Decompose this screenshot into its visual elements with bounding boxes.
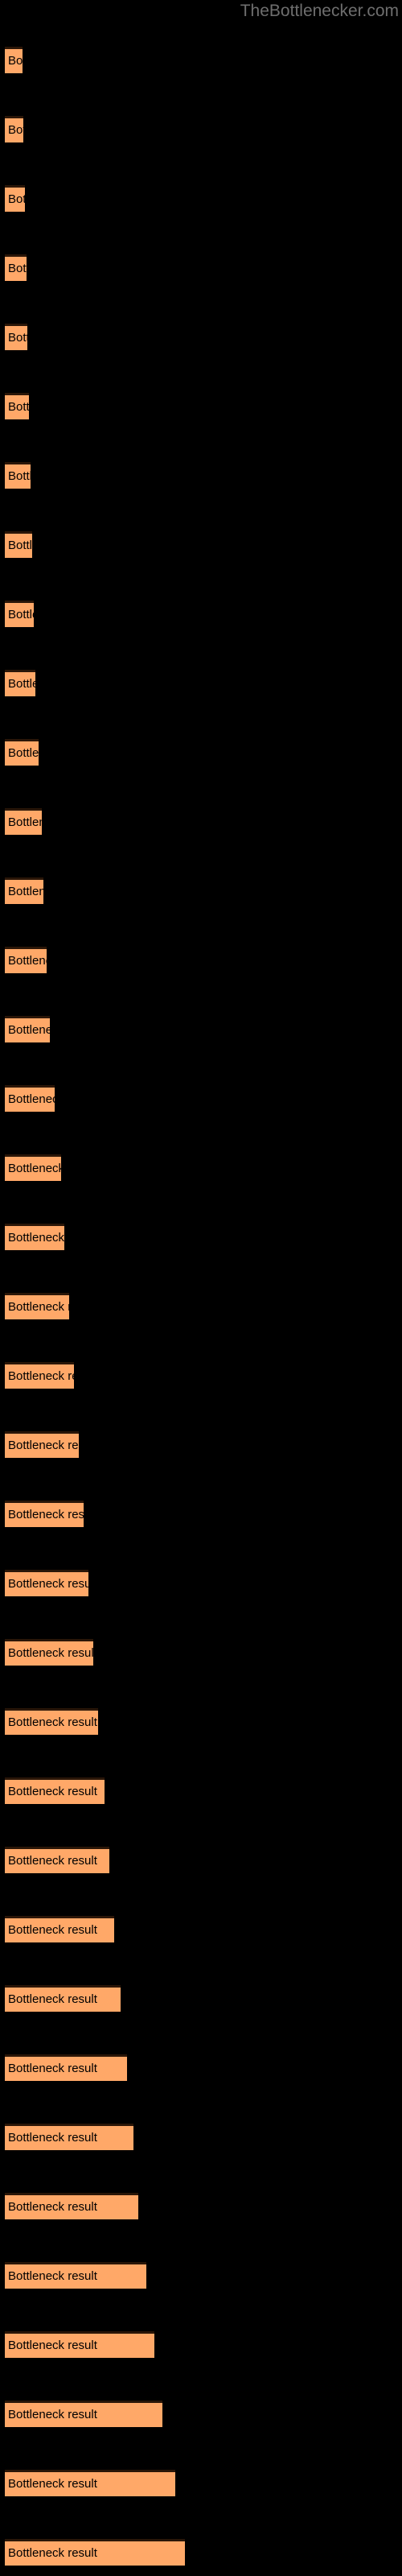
bar[interactable]: Bottleneck result: [5, 531, 32, 558]
bar[interactable]: Bottleneck result: [5, 1708, 98, 1735]
bar-label: Bottleneck result: [8, 1854, 97, 1868]
bar[interactable]: Bottleneck result: [5, 1154, 61, 1181]
bar-label: Bottleneck result: [8, 1508, 84, 1521]
bar-label: Bottleneck result: [8, 123, 23, 137]
bar[interactable]: Bottleneck result: [5, 2539, 185, 2566]
bar-label: Bottleneck result: [8, 1439, 79, 1452]
bar[interactable]: Bottleneck result: [5, 185, 25, 212]
bar[interactable]: Bottleneck result: [5, 670, 35, 696]
bar[interactable]: Bottleneck result: [5, 808, 42, 835]
bar-label: Bottleneck result: [8, 539, 32, 552]
bar-label: Bottleneck result: [8, 1162, 61, 1175]
bar-label: Bottleneck result: [8, 2546, 97, 2560]
bar[interactable]: Bottleneck result: [5, 324, 27, 350]
bar-label: Bottleneck result: [8, 192, 25, 206]
bar-label: Bottleneck result: [8, 54, 23, 68]
bar[interactable]: Bottleneck result: [5, 1016, 50, 1042]
bar[interactable]: Bottleneck result: [5, 1501, 84, 1527]
bar[interactable]: Bottleneck result: [5, 1985, 121, 2012]
bar[interactable]: Bottleneck result: [5, 393, 29, 419]
bar[interactable]: Bottleneck result: [5, 47, 23, 73]
bar[interactable]: Bottleneck result: [5, 462, 31, 489]
bar-label: Bottleneck result: [8, 1369, 74, 1383]
bar-label: Bottleneck result: [8, 815, 42, 829]
bar[interactable]: Bottleneck result: [5, 1362, 74, 1389]
bar[interactable]: Bottleneck result: [5, 2193, 138, 2219]
bar-label: Bottleneck result: [8, 2131, 97, 2145]
bar-label: Bottleneck result: [8, 1577, 88, 1591]
bar[interactable]: Bottleneck result: [5, 877, 43, 904]
bar-label: Bottleneck result: [8, 1231, 64, 1245]
bar[interactable]: Bottleneck result: [5, 2470, 175, 2496]
bar-label: Bottleneck result: [8, 677, 35, 691]
bar[interactable]: Bottleneck result: [5, 947, 47, 973]
bar-series-container: Bottleneck result Bottleneck result Bottle…: [0, 0, 402, 2576]
bar[interactable]: Bottleneck result: [5, 2054, 127, 2081]
bar[interactable]: Bottleneck result: [5, 1570, 88, 1596]
bar[interactable]: Bottleneck result: [5, 1293, 69, 1319]
bar[interactable]: Bottleneck result: [5, 1777, 105, 1804]
bar[interactable]: Bottleneck result: [5, 1224, 64, 1250]
bar-label: Bottleneck result: [8, 2269, 97, 2283]
bar-label: Bottleneck result: [8, 2408, 97, 2421]
bar[interactable]: Bottleneck result: [5, 601, 34, 627]
bar-label: Bottleneck result: [8, 469, 31, 483]
bar[interactable]: Bottleneck result: [5, 2401, 162, 2427]
bar-label: Bottleneck result: [8, 1092, 55, 1106]
bar[interactable]: Bottleneck result: [5, 2262, 146, 2289]
bar-label: Bottleneck result: [8, 608, 34, 621]
bar-label: Bottleneck result: [8, 1992, 97, 2006]
bar-label: Bottleneck result: [8, 2477, 97, 2491]
bar[interactable]: Bottleneck result: [5, 1639, 93, 1666]
bar[interactable]: Bottleneck result: [5, 2124, 133, 2150]
bar-label: Bottleneck result: [8, 2339, 97, 2352]
bar[interactable]: Bottleneck result: [5, 116, 23, 142]
bar-label: Bottleneck result: [8, 262, 27, 275]
bar[interactable]: Bottleneck result: [5, 1085, 55, 1112]
bar[interactable]: Bottleneck result: [5, 1431, 79, 1458]
bar-label: Bottleneck result: [8, 954, 47, 968]
bar-label: Bottleneck result: [8, 1300, 69, 1314]
bar[interactable]: Bottleneck result: [5, 2331, 154, 2358]
bar-label: Bottleneck result: [8, 400, 29, 414]
bar-label: Bottleneck result: [8, 2200, 97, 2214]
bar-label: Bottleneck result: [8, 885, 43, 898]
bar[interactable]: Bottleneck result: [5, 254, 27, 281]
bar[interactable]: Bottleneck result: [5, 739, 39, 766]
bar-label: Bottleneck result: [8, 1023, 50, 1037]
bar[interactable]: Bottleneck result: [5, 1847, 109, 1873]
bar-label: Bottleneck result: [8, 1923, 97, 1937]
bar-label: Bottleneck result: [8, 1715, 97, 1729]
bar-label: Bottleneck result: [8, 2062, 97, 2075]
bar[interactable]: Bottleneck result: [5, 1916, 114, 1942]
bar-label: Bottleneck result: [8, 746, 39, 760]
bar-label: Bottleneck result: [8, 331, 27, 345]
bottleneck-bar-chart: TheBottlenecker.com Bottleneck resultBot…: [0, 0, 402, 2576]
bar-label: Bottleneck result: [8, 1646, 93, 1660]
bar-label: Bottleneck result: [8, 1785, 97, 1798]
